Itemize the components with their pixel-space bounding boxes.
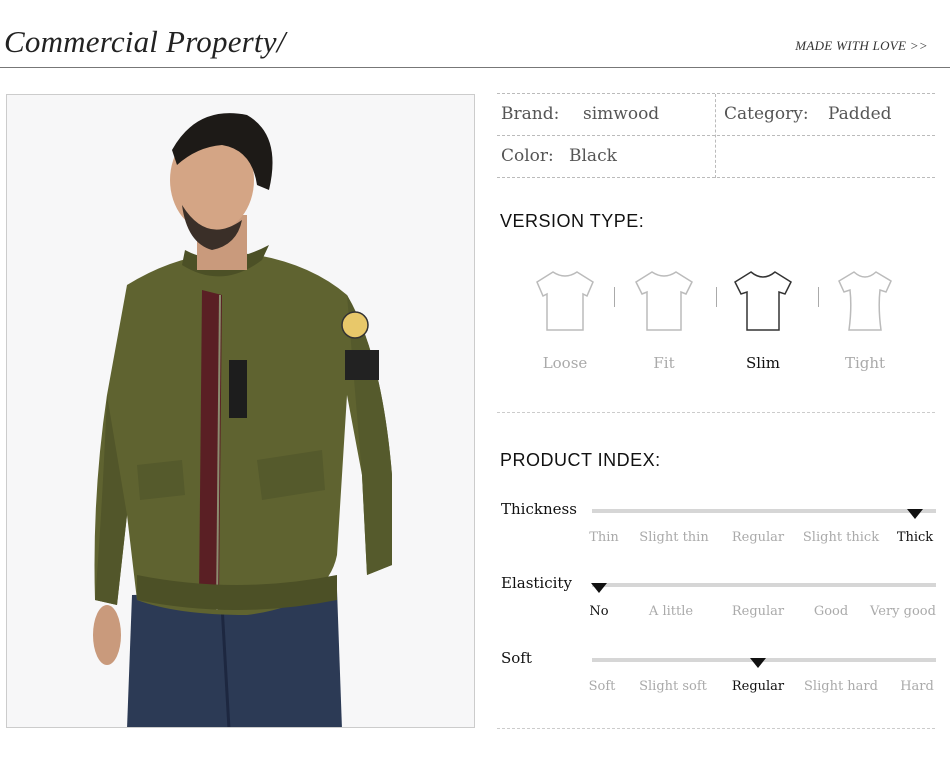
color-value: Black: [569, 146, 617, 166]
version-option-tight: Tight: [815, 268, 915, 372]
thickness-option: Thin: [589, 530, 619, 545]
info-row: Color: Black: [497, 136, 935, 178]
info-column-divider: [715, 94, 716, 178]
thickness-option: Regular: [731, 530, 785, 545]
elasticity-option: Very good: [870, 604, 936, 619]
version-label: Fit: [653, 354, 675, 372]
product-photo: [6, 94, 475, 728]
soft-option: Hard: [900, 679, 934, 694]
tshirt-icon: [536, 271, 594, 331]
thickness-track: [592, 509, 936, 513]
thickness-option: Slight thin: [639, 530, 709, 545]
soft-label: Soft: [501, 649, 532, 667]
tshirt-icon: [635, 271, 693, 331]
thickness-label: Thickness: [501, 500, 577, 518]
section-divider: [497, 412, 935, 413]
info-row: Brand: simwood Category: Padded: [497, 94, 935, 136]
elasticity-track: [592, 583, 936, 587]
version-type-title: VERSION TYPE:: [500, 211, 645, 231]
elasticity-option: Good: [813, 604, 849, 619]
header-tagline: MADE WITH LOVE >>: [795, 38, 928, 53]
tshirt-icon: [734, 271, 792, 331]
thickness-option: Slight thick: [802, 530, 880, 545]
soft-option: Slight hard: [804, 679, 878, 694]
version-option-slim: Slim: [713, 268, 813, 372]
header-divider: [0, 67, 950, 68]
version-option-fit: Fit: [614, 268, 714, 372]
version-option-loose: Loose: [515, 268, 615, 372]
brand-value: simwood: [583, 104, 660, 124]
elasticity-option: No: [589, 604, 609, 619]
section-divider: [497, 728, 935, 729]
soft-option: Soft: [588, 679, 616, 694]
version-label: Slim: [745, 354, 781, 372]
color-label: Color:: [501, 146, 554, 166]
elasticity-option: A little: [648, 604, 694, 619]
soft-option: Slight soft: [639, 679, 707, 694]
thickness-marker-icon: [907, 509, 923, 519]
product-index-title: PRODUCT INDEX:: [500, 450, 661, 470]
category-label: Category:: [724, 104, 809, 124]
product-info-table: Brand: simwood Category: Padded Color: B…: [497, 93, 935, 178]
category-value: Padded: [828, 104, 892, 124]
elasticity-marker-icon: [591, 583, 607, 593]
elasticity-label: Elasticity: [501, 574, 572, 592]
thickness-option: Thick: [896, 530, 934, 545]
page-title: Commercial Property/: [4, 24, 286, 59]
version-label: Loose: [542, 354, 588, 372]
tshirt-icon: [838, 271, 892, 331]
elasticity-option: Regular: [731, 604, 785, 619]
model-in-jacket-illustration: [7, 95, 474, 727]
soft-marker-icon: [750, 658, 766, 668]
version-label: Tight: [844, 354, 886, 372]
brand-label: Brand:: [501, 104, 560, 124]
soft-option: Regular: [731, 679, 785, 694]
